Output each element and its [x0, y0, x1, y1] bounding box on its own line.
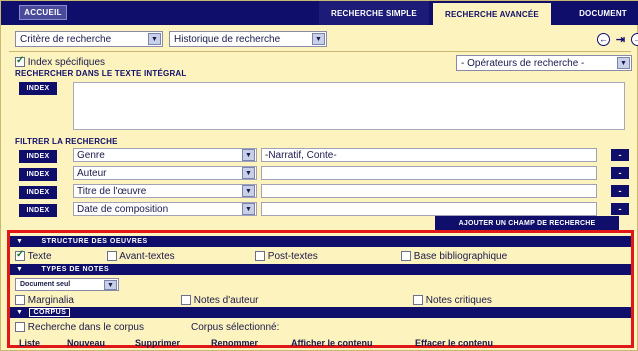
chevron-down-icon: ▼	[312, 33, 325, 45]
collapse-triangle-icon: ▼	[16, 309, 24, 316]
fulltext-index-button[interactable]: INDEX	[19, 82, 57, 95]
chevron-down-icon: ▼	[242, 167, 255, 179]
operators-select-value: - Opérateurs de recherche -	[461, 57, 585, 69]
corpus-clear-content-link[interactable]: Effacer le contenu	[415, 338, 493, 348]
home-button[interactable]: ACCUEIL	[19, 5, 67, 20]
tab-simple-search[interactable]: RECHERCHE SIMPLE	[319, 1, 429, 25]
structure-option-post-textes[interactable]: Post-textes	[255, 251, 318, 262]
collapse-triangle-icon: ▼	[16, 266, 24, 273]
chevron-down-icon: ▼	[148, 33, 161, 45]
top-navigation-bar: ACCUEIL RECHERCHE SIMPLE RECHERCHE AVANC…	[1, 1, 638, 25]
document-scope-select[interactable]: Document seul ▼	[15, 278, 119, 291]
filter-index-button[interactable]: INDEX	[19, 168, 57, 181]
chevron-down-icon: ▼	[242, 185, 255, 197]
corpus-delete-link[interactable]: Supprimer	[135, 338, 180, 348]
structure-option-avant-textes[interactable]: Avant-textes	[107, 251, 175, 262]
filter-field-select[interactable]: Auteur ▼	[73, 166, 257, 180]
notes-auteur-checkbox[interactable]	[181, 295, 191, 306]
criteria-select-value: Critère de recherche	[20, 33, 112, 45]
remove-filter-button[interactable]: -	[611, 185, 629, 197]
tab-advanced-search[interactable]: RECHERCHE AVANCÉE	[433, 1, 551, 25]
chevron-down-icon: ▼	[617, 57, 630, 69]
chevron-down-icon: ▼	[242, 149, 255, 161]
corpus-heading: CORPUS	[29, 308, 71, 317]
notes-option-label: Marginalia	[27, 295, 74, 306]
corpus-search-label: Recherche dans le corpus	[27, 322, 144, 333]
fulltext-search-input[interactable]	[73, 82, 625, 130]
filter-value-input[interactable]	[261, 202, 597, 216]
advanced-search-panel: ACCUEIL RECHERCHE SIMPLE RECHERCHE AVANC…	[0, 0, 638, 351]
filter-value-input[interactable]	[261, 184, 597, 198]
filter-value-input[interactable]	[261, 166, 597, 180]
avant-textes-checkbox[interactable]	[107, 251, 117, 262]
structure-option-label: Texte	[27, 251, 52, 262]
notes-option-auteur[interactable]: Notes d'auteur	[181, 295, 259, 306]
export-icon[interactable]: ⇥	[614, 33, 627, 46]
tab-document[interactable]: DOCUMENT	[567, 1, 638, 25]
notes-option-critiques[interactable]: Notes critiques	[413, 295, 492, 306]
corpus-show-content-link[interactable]: Afficher le contenu	[291, 338, 373, 348]
document-scope-value: Document seul	[20, 281, 71, 288]
remove-filter-button[interactable]: -	[611, 203, 629, 215]
corpus-list-link[interactable]: Liste	[19, 338, 40, 348]
specific-index-option[interactable]: Index spécifiques	[15, 55, 106, 68]
filter-value-input[interactable]: -Narratif, Conte-	[261, 148, 597, 162]
filter-index-button[interactable]: INDEX	[19, 204, 57, 217]
corpus-selected-label: Corpus sélectionné:	[191, 322, 280, 333]
notes-option-label: Notes critiques	[425, 295, 492, 306]
fulltext-heading: RECHERCHER DANS LE TEXTE INTÉGRAL	[15, 69, 187, 78]
structure-heading: STRUCTURE DES OEUVRES	[41, 238, 148, 245]
chevron-down-icon: ▼	[242, 203, 255, 215]
filter-field-select[interactable]: Titre de l'œuvre ▼	[73, 184, 257, 198]
filter-field-select[interactable]: Genre ▼	[73, 148, 257, 162]
criteria-select[interactable]: Critère de recherche ▼	[15, 31, 163, 47]
back-arrow-icon[interactable]: ←	[597, 33, 610, 46]
structure-option-label: Post-textes	[267, 251, 318, 262]
corpus-rename-link[interactable]: Renommer	[211, 338, 258, 348]
filter-field-select[interactable]: Date de composition ▼	[73, 202, 257, 216]
filter-field-value: Genre	[77, 149, 105, 161]
structure-option-label: Avant-textes	[119, 251, 175, 262]
divider	[9, 51, 631, 52]
corpus-search-option[interactable]: Recherche dans le corpus	[15, 322, 144, 333]
notes-heading: TYPES DE NOTES	[41, 266, 110, 273]
filter-value-text: -Narratif, Conte-	[265, 149, 337, 161]
filter-heading: FILTRER LA RECHERCHE	[15, 137, 118, 146]
notes-option-label: Notes d'auteur	[193, 295, 259, 306]
structure-option-texte[interactable]: Texte	[15, 249, 52, 262]
filter-index-button[interactable]: INDEX	[19, 150, 57, 163]
specific-index-label: Index spécifiques	[27, 57, 106, 68]
filter-field-value: Titre de l'œuvre	[77, 185, 147, 197]
structure-option-label: Base bibliographique	[413, 251, 508, 262]
navigation-icons: ← ⇥ →	[597, 33, 638, 46]
remove-filter-button[interactable]: -	[611, 149, 629, 161]
filter-index-button[interactable]: INDEX	[19, 186, 57, 199]
texte-checkbox[interactable]	[15, 249, 25, 262]
corpus-search-checkbox[interactable]	[15, 322, 25, 333]
structure-section-header[interactable]: ▼ STRUCTURE DES OEUVRES	[10, 236, 631, 247]
notes-option-marginalia[interactable]: Marginalia	[15, 295, 74, 306]
corpus-section-header[interactable]: ▼ CORPUS	[10, 307, 631, 318]
add-search-field-button[interactable]: AJOUTER UN CHAMP DE RECHERCHE	[435, 216, 619, 230]
corpus-new-link[interactable]: Nouveau	[67, 338, 105, 348]
filter-field-value: Auteur	[77, 167, 107, 179]
post-textes-checkbox[interactable]	[255, 251, 265, 262]
specific-index-checkbox[interactable]	[15, 55, 25, 68]
notes-section-header[interactable]: ▼ TYPES DE NOTES	[10, 264, 631, 275]
base-bibliographique-checkbox[interactable]	[401, 251, 411, 262]
filter-field-value: Date de composition	[77, 203, 169, 215]
collapse-triangle-icon: ▼	[16, 238, 24, 245]
marginalia-checkbox[interactable]	[15, 295, 25, 306]
forward-arrow-icon[interactable]: →	[631, 33, 638, 46]
structure-option-base-bibliographique[interactable]: Base bibliographique	[401, 251, 507, 262]
notes-critiques-checkbox[interactable]	[413, 295, 423, 306]
history-select[interactable]: Historique de recherche ▼	[169, 31, 327, 47]
history-select-value: Historique de recherche	[174, 33, 281, 45]
remove-filter-button[interactable]: -	[611, 167, 629, 179]
operators-select[interactable]: - Opérateurs de recherche - ▼	[456, 55, 632, 71]
chevron-down-icon: ▼	[104, 280, 117, 290]
